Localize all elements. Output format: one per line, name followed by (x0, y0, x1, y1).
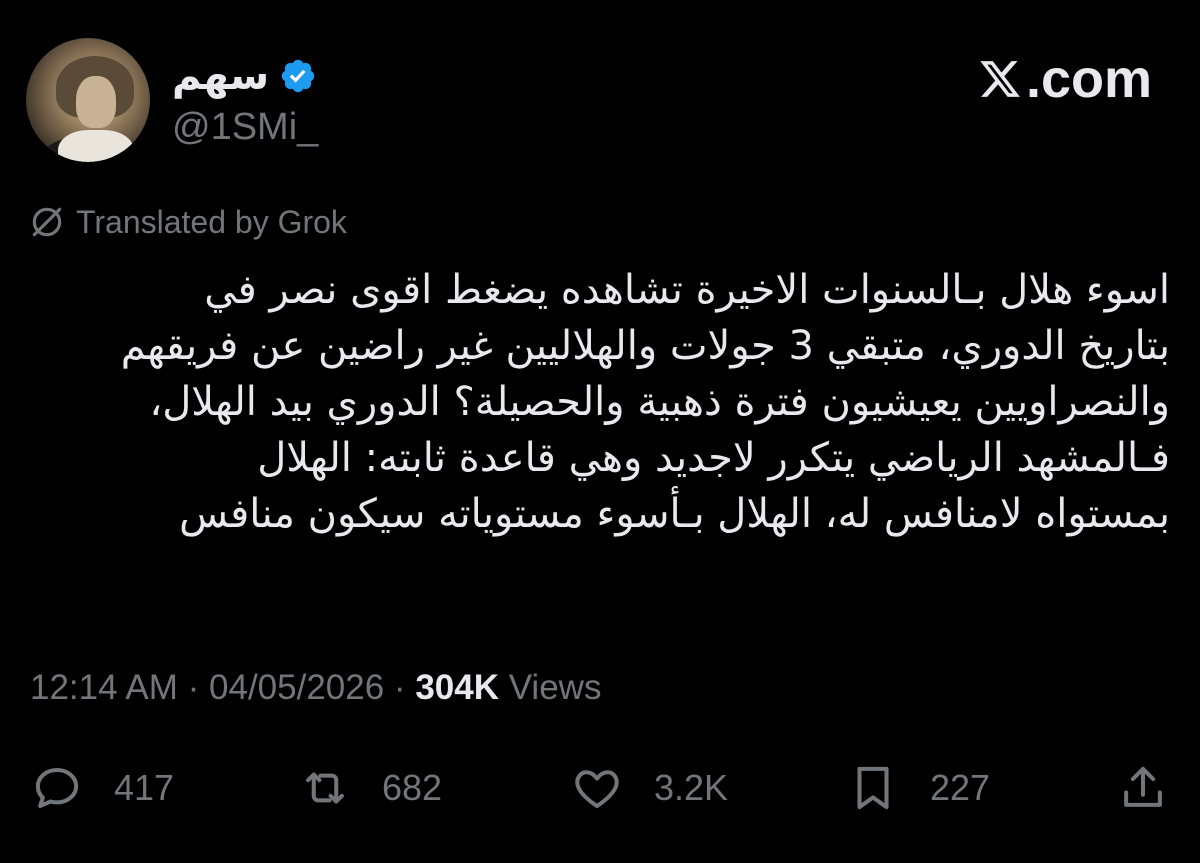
like-count: 3.2K (654, 767, 729, 808)
author-display-name[interactable]: سهم (172, 52, 269, 100)
tweet-text-line: اسوء هلال بـالسنوات الاخيرة تشاهده يضغط … (204, 267, 1170, 313)
heart-icon (575, 770, 619, 809)
bookmark-count: 227 (930, 767, 991, 808)
meta-separator: · (393, 668, 406, 707)
x-logo-icon (980, 61, 1020, 97)
reply-count: 417 (114, 767, 175, 808)
share-button[interactable] (1116, 758, 1170, 818)
translation-label: Translated by Grok (76, 203, 347, 240)
tweet-date[interactable]: 04/05/2026 (209, 668, 384, 707)
avatar-shirt (58, 130, 134, 162)
repost-icon (306, 772, 344, 804)
translate-slash-icon (32, 207, 62, 237)
meta-separator: · (187, 668, 200, 707)
repost-button[interactable]: 682 (298, 758, 442, 818)
views-label: Views (508, 668, 602, 707)
repost-count: 682 (382, 767, 443, 808)
tweet-meta: 12:14 AM · 04/05/2026 · 304K Views (30, 666, 601, 710)
like-button[interactable]: 3.2K (570, 758, 728, 818)
tweet-text-line: بتاريخ الدوري، متبقي 3 جولات والهلاليين … (120, 323, 1170, 369)
share-icon (1124, 766, 1162, 807)
avatar-face (76, 76, 116, 128)
tweet-text-line: والنصراويين يعيشيون فترة ذهبية والحصيلة؟… (149, 379, 1170, 425)
brand-text: .com (1025, 49, 1152, 109)
tweet-text-line: فـالمشهد الرياضي يتكرر لاجديد وهي قاعدة … (257, 435, 1170, 481)
views-count[interactable]: 304K (415, 668, 499, 707)
action-bar: 417 682 3.2K 227 (30, 758, 1170, 818)
verified-badge-icon (281, 59, 315, 93)
avatar[interactable] (26, 38, 150, 162)
brand-logo: .com (978, 48, 1152, 110)
author-handle[interactable]: @1SMi_ (172, 104, 318, 150)
author-name-row[interactable]: سهم (172, 52, 317, 100)
translation-notice[interactable]: Translated by Grok (28, 200, 347, 244)
bookmark-icon (857, 766, 889, 810)
bookmark-button[interactable]: 227 (846, 758, 990, 818)
reply-button[interactable]: 417 (30, 758, 174, 818)
reply-icon (35, 767, 79, 809)
tweet-text: اسوء هلال بـالسنوات الاخيرة تشاهده يضغط … (60, 262, 1170, 542)
tweet-time[interactable]: 12:14 AM (30, 668, 178, 707)
tweet-text-line: بمستواه لامنافس له، الهلال بـأسوء مستويا… (179, 491, 1170, 537)
